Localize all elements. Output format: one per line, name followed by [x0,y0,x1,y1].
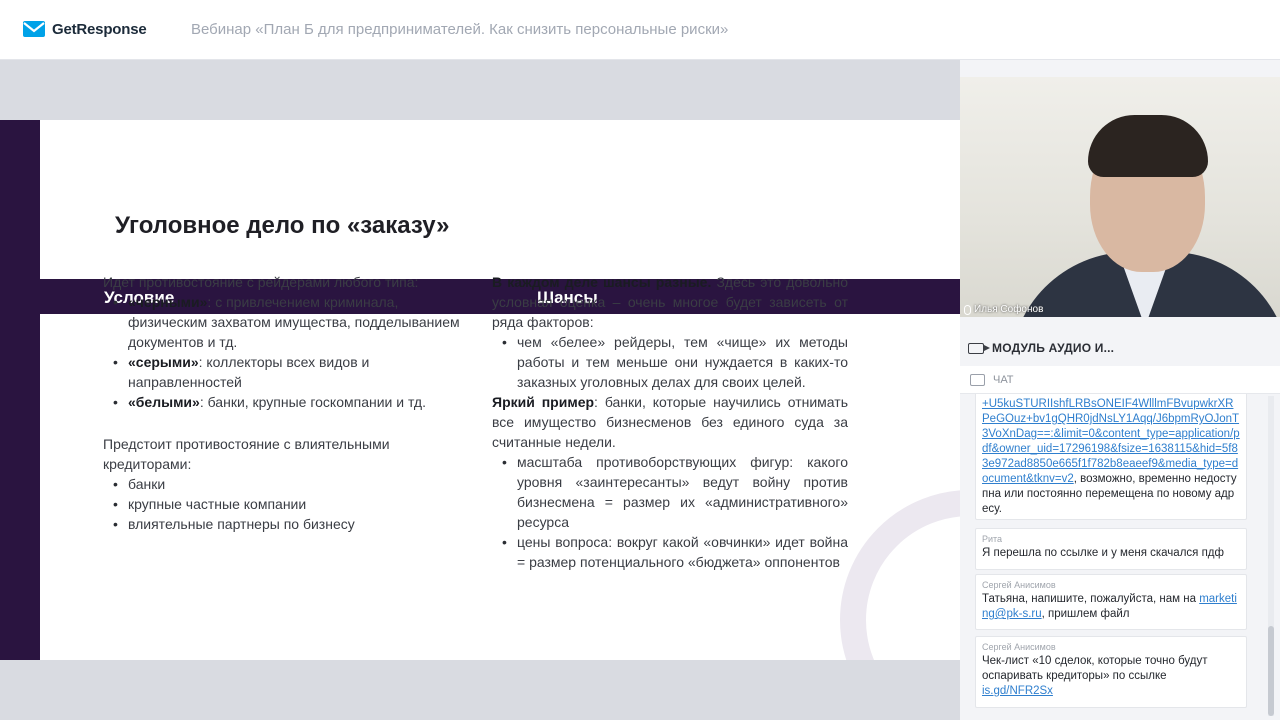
message-text: +U5kuSTURIIshfLRBsONEIF4WlllmFBvupwkrXRP… [982,398,1240,515]
presenter-video[interactable]: Илья Софонов [960,77,1280,317]
logo-text: GetResponse [52,20,147,38]
slide-title: Уголовное дело по «заказу» [115,212,450,239]
list-item: цены вопроса: вокруг какой «овчинки» иде… [492,532,848,572]
presenter-name-tag: Илья Софонов [964,304,1043,315]
example-paragraph: Яркий пример: банки, которые научились о… [492,394,848,450]
microphone-icon [964,304,971,315]
chat-scrollbar[interactable] [1268,396,1274,716]
presentation-stage: Уголовное дело по «заказу» Условие Шансы… [0,60,960,720]
message-text: Чек-лист «10 сделок, которые точно будут… [982,655,1208,697]
chat-header[interactable]: ЧАТ [960,366,1280,394]
scale-factors-list: масштаба противоборствующих фигур: каког… [492,452,848,572]
top-bar: GetResponse Вебинар «План Б для предприн… [0,0,1280,60]
chat-messages[interactable]: +U5kuSTURIIshfLRBsONEIF4WlllmFBvupwkrXRP… [960,394,1280,720]
message-text: Я перешла по ссылке и у меня скачался пд… [982,547,1224,559]
list-item: «белыми»: банки, крупные госкомпании и т… [103,392,473,412]
presenter-name: Илья Софонов [974,304,1044,315]
raider-types-list: «черными»: с привлечением криминала, физ… [103,292,473,412]
creditors-list: банки крупные частные компании влиятельн… [103,474,473,534]
list-item: «черными»: с привлечением криминала, физ… [103,292,473,352]
chat-message: Рита Я перешла по ссылке и у меня скачал… [975,528,1247,570]
presenter-hair [1088,115,1208,177]
message-link[interactable]: +U5kuSTURIIshfLRBsONEIF4WlllmFBvupwkrXRP… [982,398,1240,485]
message-author: Сергей Анисимов [982,642,1056,652]
audio-video-module-toggle[interactable]: МОДУЛЬ АУДИО И... [960,333,1280,363]
list-item: чем «белее» рейдеры, тем «чище» их метод… [492,332,848,392]
slide-decoration [840,490,960,660]
envelope-icon [23,21,45,37]
list-item: крупные частные компании [103,494,473,514]
presentation-slide: Уголовное дело по «заказу» Условие Шансы… [0,120,960,660]
condition-column: Идет противостояние с рейдерами любого т… [103,272,473,534]
chat-icon [970,373,985,386]
camera-icon [968,342,990,354]
module-label: МОДУЛЬ АУДИО И... [992,341,1115,355]
condition-intro: Идет противостояние с рейдерами любого т… [103,274,419,290]
list-item: масштаба противоборствующих фигур: каког… [492,452,848,532]
creditors-intro: Предстоит противостояние с влиятельными … [103,436,390,472]
checklist-link[interactable]: is.gd/NFR2Sx [982,685,1053,697]
slide-stripe [0,120,40,660]
webinar-title: Вебинар «План Б для предпринимателей. Ка… [191,21,729,38]
list-item: влиятельные партнеры по бизнесу [103,514,473,534]
chances-factors-list: чем «белее» рейдеры, тем «чище» их метод… [492,332,848,392]
message-text: Татьяна, напишите, пожалуйста, нам на ma… [982,593,1237,620]
chat-message: +U5kuSTURIIshfLRBsONEIF4WlllmFBvupwkrXRP… [975,394,1247,520]
list-item: «серыми»: коллекторы всех видов и направ… [103,352,473,392]
list-item: банки [103,474,473,494]
chat-message: Сергей Анисимов Чек-лист «10 сделок, кот… [975,636,1247,708]
getresponse-logo[interactable]: GetResponse [22,19,147,39]
message-author: Рита [982,534,1003,544]
chat-message: Сергей Анисимов Татьяна, напишите, пожал… [975,574,1247,630]
scrollbar-thumb[interactable] [1268,626,1274,716]
chat-label: ЧАТ [993,373,1014,386]
message-author: Сергей Анисимов [982,580,1056,590]
chances-paragraph: В каждом деле шансы разные. Здесь это до… [492,274,849,330]
chances-column: В каждом деле шансы разные. Здесь это до… [492,272,848,572]
